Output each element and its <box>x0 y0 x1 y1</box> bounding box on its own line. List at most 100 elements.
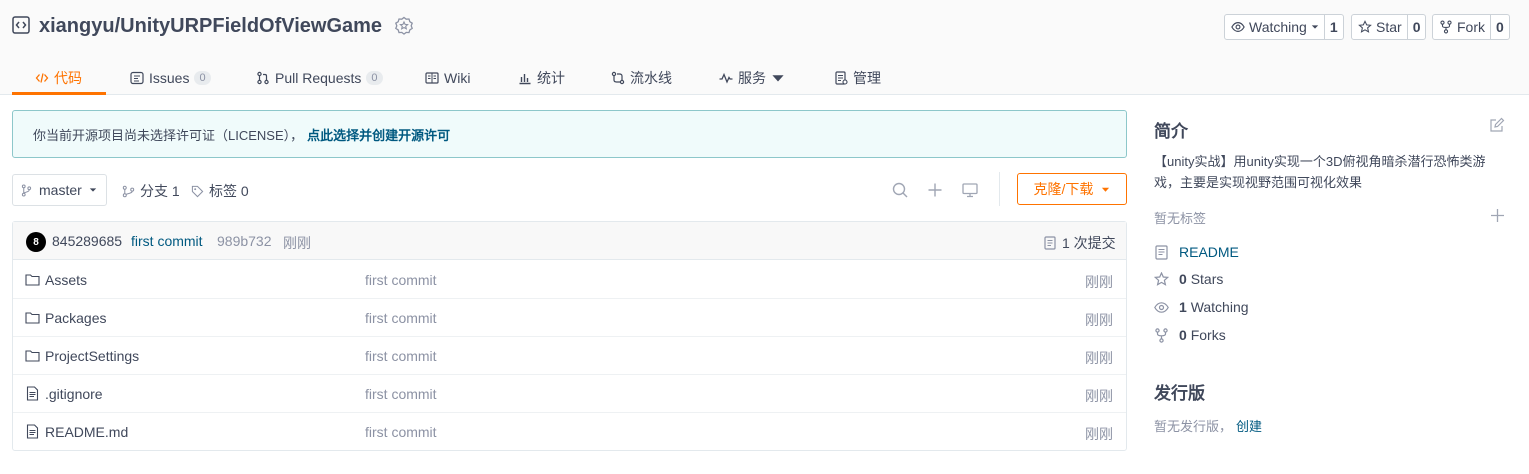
table-row[interactable] <box>13 375 1126 413</box>
release-title: 发行版 <box>1154 384 1205 403</box>
file-time: 刚刚 <box>1085 350 1113 366</box>
table-row[interactable] <box>13 413 1126 451</box>
fork-icon <box>1155 327 1168 343</box>
edit-icon[interactable] <box>1489 117 1505 133</box>
add-file-icon[interactable] <box>926 181 944 199</box>
create-release-link[interactable]: 创建 <box>1236 419 1262 434</box>
star-button[interactable]: Star 0 <box>1351 14 1427 40</box>
fork-button[interactable]: Fork 0 <box>1432 14 1510 40</box>
table-row[interactable] <box>13 299 1126 337</box>
clone-download-button[interactable]: 克隆/下载 <box>1017 173 1127 205</box>
tab-service[interactable]: 服务 <box>719 62 785 94</box>
eye-icon <box>1231 22 1245 32</box>
avatar[interactable]: 8 <box>26 232 46 252</box>
search-icon[interactable] <box>891 181 909 199</box>
commit-sha[interactable]: 989b732 <box>217 233 272 249</box>
recommend-badge-icon[interactable] <box>394 16 414 36</box>
file-time: 刚刚 <box>1085 388 1113 404</box>
file-commit-message[interactable]: first commit <box>365 310 437 326</box>
intro-title: 简介 <box>1154 122 1188 141</box>
tab-wiki-label: Wiki <box>444 70 471 86</box>
file-commit-message[interactable]: first commit <box>365 272 437 288</box>
tab-service-label: 服务 <box>738 70 766 86</box>
readme-label: README <box>1179 244 1239 260</box>
add-tag-icon[interactable] <box>1490 208 1505 223</box>
star-label: Star <box>1376 19 1402 35</box>
tab-stats[interactable]: 统计 <box>518 62 565 94</box>
forks-stat[interactable]: 0 Forks <box>1154 327 1226 343</box>
file-time: 刚刚 <box>1085 426 1113 442</box>
commit-message[interactable]: first commit <box>131 233 203 249</box>
release-info: 暂无发行版， 创建 <box>1154 416 1262 435</box>
pull-request-icon <box>257 71 269 85</box>
file-name[interactable]: Assets <box>45 272 87 288</box>
repo-icon <box>12 16 30 34</box>
forks-label: Forks <box>1190 327 1226 343</box>
chevron-down-icon <box>89 188 96 192</box>
file-name[interactable]: ProjectSettings <box>45 348 139 364</box>
tab-pipeline-label: 流水线 <box>630 70 672 86</box>
tab-issues-label: Issues <box>149 70 190 86</box>
license-banner: 你当前开源项目尚未选择许可证（LICENSE）， 点此选择并创建开源许可 <box>12 110 1127 158</box>
readme-link[interactable]: README <box>1154 244 1239 260</box>
no-tags-text: 暂无标签 <box>1154 211 1207 226</box>
commit-count-label: 1 次提交 <box>1062 235 1116 251</box>
tag-icon <box>191 185 204 197</box>
watching-count: 1 <box>1179 299 1187 315</box>
watch-button[interactable]: Watching 1 <box>1224 14 1344 40</box>
file-icon <box>25 424 40 439</box>
file-name[interactable]: Packages <box>45 310 106 326</box>
tags-link[interactable]: 标签 0 <box>191 181 249 201</box>
star-icon <box>1358 20 1372 33</box>
file-commit-message[interactable]: first commit <box>365 348 437 364</box>
tab-pipeline[interactable]: 流水线 <box>611 62 672 94</box>
tags-label: 标签 0 <box>209 183 249 199</box>
file-commit-message[interactable]: first commit <box>365 386 437 402</box>
file-name[interactable]: README.md <box>45 424 128 440</box>
folder-icon <box>25 272 40 287</box>
commit-count-link[interactable]: 1 次提交 <box>1043 233 1116 253</box>
chevron-down-icon <box>1102 187 1110 192</box>
fork-icon <box>1440 20 1452 34</box>
chevron-down-icon <box>1311 25 1319 29</box>
forks-count: 0 <box>1179 327 1187 343</box>
folder-icon <box>25 348 40 363</box>
branches-link[interactable]: 分支 1 <box>122 181 180 201</box>
issues-count-badge: 0 <box>194 71 211 85</box>
license-banner-text: 你当前开源项目尚未选择许可证（LICENSE）， <box>33 127 304 143</box>
watching-stat[interactable]: 1 Watching <box>1154 299 1249 315</box>
table-row[interactable] <box>13 261 1126 299</box>
branch-select[interactable]: master <box>12 174 107 206</box>
tab-manage-label: 管理 <box>853 70 881 86</box>
tab-issues[interactable]: Issues 0 <box>130 62 211 94</box>
fork-label: Fork <box>1457 19 1485 35</box>
stars-stat[interactable]: 0 Stars <box>1154 271 1223 287</box>
repo-title[interactable]: xiangyu/UnityURPFieldOfViewGame <box>39 15 382 38</box>
tab-code-label: 代码 <box>54 70 82 86</box>
chevron-down-icon <box>772 75 784 82</box>
file-commit-message[interactable]: first commit <box>365 424 437 440</box>
create-license-link[interactable]: 点此选择并创建开源许可 <box>307 125 450 144</box>
file-icon <box>25 386 40 401</box>
current-branch: master <box>39 182 82 198</box>
watch-count[interactable]: 1 <box>1323 15 1343 39</box>
repo-description: 【unity实战】用unity实现一个3D俯视角暗杀潜行恐怖类游戏，主要是实现视… <box>1154 154 1486 190</box>
clone-download-label: 克隆/下载 <box>1033 181 1094 197</box>
no-release-text: 暂无发行版， <box>1154 419 1233 434</box>
commits-icon <box>1044 236 1056 250</box>
star-icon <box>1154 271 1169 286</box>
table-row[interactable] <box>13 337 1126 375</box>
code-icon <box>35 73 49 83</box>
file-name[interactable]: .gitignore <box>45 386 103 402</box>
fork-count[interactable]: 0 <box>1490 15 1509 39</box>
tab-code[interactable]: 代码 <box>35 62 82 94</box>
pull-requests-count-badge: 0 <box>366 71 383 85</box>
commit-author[interactable]: 845289685 <box>52 233 122 249</box>
star-count[interactable]: 0 <box>1406 15 1426 39</box>
tab-pull-requests[interactable]: Pull Requests 0 <box>256 62 383 94</box>
wiki-icon <box>425 72 439 84</box>
tab-pull-requests-label: Pull Requests <box>275 70 362 86</box>
tab-manage[interactable]: 管理 <box>834 62 881 94</box>
web-ide-icon[interactable] <box>961 181 979 199</box>
tab-wiki[interactable]: Wiki <box>425 62 470 94</box>
